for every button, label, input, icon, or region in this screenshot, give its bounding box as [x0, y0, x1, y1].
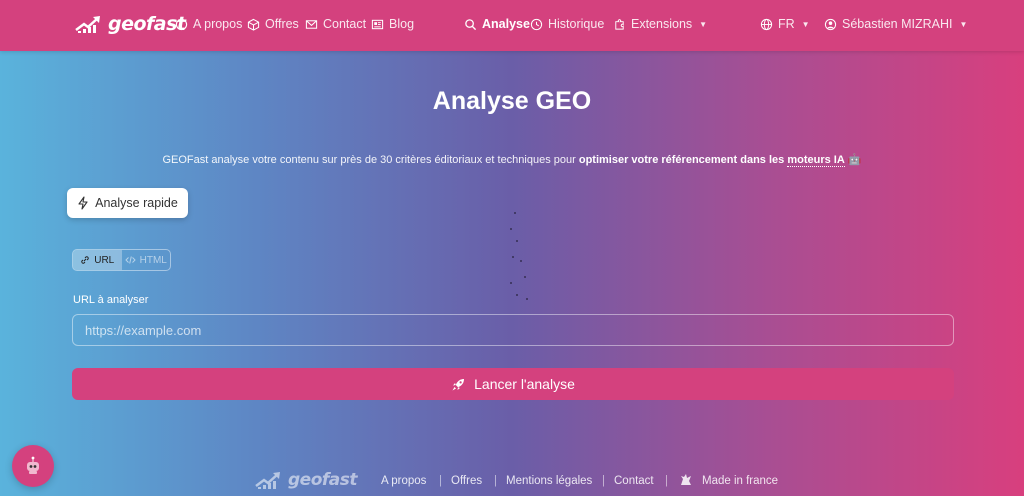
- loading-dots: [506, 212, 536, 307]
- code-icon: [124, 256, 136, 264]
- footer-made-in: Made in france: [702, 475, 779, 487]
- puzzle-icon: [615, 18, 624, 30]
- nav-link-label: Analyse: [482, 17, 530, 31]
- footer-link-a-propos[interactable]: A propos: [381, 475, 426, 487]
- subtitle-emphasis: optimiser votre référencement dans les: [578, 154, 788, 166]
- nav-link-offres[interactable]: Offres: [247, 17, 299, 31]
- nav-link-label: A propos: [193, 17, 243, 31]
- nav-link-a-propos[interactable]: A propos: [175, 17, 242, 31]
- url-field-label: URL à analyser: [73, 294, 149, 306]
- user-icon: [824, 18, 837, 30]
- footer-separator: |: [494, 475, 497, 487]
- page-subtitle: GEOFast analyse votre contenu sur près d…: [0, 153, 1024, 167]
- chevron-down-icon: ▼: [959, 19, 968, 29]
- launch-analysis-button[interactable]: Lancer l'analyse: [72, 368, 954, 400]
- language-selector[interactable]: FR ▼: [760, 17, 810, 31]
- clock-icon: [530, 18, 543, 30]
- info-icon: [175, 18, 188, 30]
- footer-link-offres[interactable]: Offres: [451, 475, 482, 487]
- nav-link-label: Extensions: [631, 17, 693, 31]
- robot-icon: [27, 456, 39, 474]
- footer-separator: |: [602, 475, 605, 487]
- toggle-url[interactable]: URL: [73, 250, 122, 270]
- footer-brand-logo[interactable]: geofast: [254, 470, 358, 490]
- quick-analysis-label: Analyse rapide: [95, 196, 178, 210]
- footer-separator: |: [665, 475, 668, 487]
- nav-link-blog[interactable]: Blog: [371, 17, 414, 31]
- language-label: FR: [778, 17, 795, 31]
- chevron-down-icon: ▼: [801, 19, 810, 29]
- top-navbar: geofast A propos Offres Contact Blog Ana…: [0, 0, 1024, 51]
- rocket-icon: [452, 378, 465, 390]
- page-title: Analyse GEO: [432, 87, 592, 115]
- brand-logo[interactable]: geofast: [74, 13, 186, 35]
- nav-link-historique[interactable]: Historique: [530, 17, 604, 31]
- lightning-icon: [78, 196, 88, 210]
- box-icon: [247, 18, 260, 31]
- nav-link-label: Historique: [548, 17, 605, 31]
- newspaper-icon: [371, 19, 384, 29]
- footer-link-mentions[interactable]: Mentions légales: [506, 475, 592, 487]
- footer-separator: |: [439, 475, 442, 487]
- subtitle-text: GEOFast analyse votre contenu sur près d…: [162, 154, 579, 166]
- brand-name: geofast: [108, 13, 186, 35]
- nav-link-contact[interactable]: Contact: [305, 17, 366, 31]
- toggle-url-label: URL: [94, 254, 115, 266]
- input-mode-toggle: URL HTML: [72, 249, 171, 271]
- geofast-logo-icon: [255, 472, 280, 489]
- launch-analysis-label: Lancer l'analyse: [474, 376, 575, 392]
- nav-link-label: Contact: [323, 17, 367, 31]
- url-input[interactable]: [72, 314, 954, 346]
- geofast-logo-icon: [75, 16, 100, 33]
- quick-analysis-button[interactable]: Analyse rapide: [67, 188, 188, 218]
- rooster-icon: [681, 474, 691, 485]
- footer-link-contact[interactable]: Contact: [614, 475, 654, 487]
- user-name: Sébastien MIZRAHI: [842, 17, 953, 31]
- toggle-html[interactable]: HTML: [122, 250, 171, 270]
- nav-link-label: Blog: [389, 17, 415, 31]
- footer-brand-name: geofast: [288, 470, 358, 490]
- mail-icon: [305, 19, 318, 29]
- globe-icon: [760, 18, 773, 30]
- robot-icon: 🤖: [847, 154, 862, 166]
- search-icon: [465, 18, 477, 30]
- link-icon: [81, 256, 89, 264]
- nav-link-extensions[interactable]: Extensions ▼: [613, 17, 707, 31]
- nav-link-analyse[interactable]: Analyse: [464, 17, 530, 31]
- subtitle-emphasis-link[interactable]: moteurs IA: [787, 154, 845, 167]
- chatbot-button[interactable]: [12, 445, 54, 487]
- chevron-down-icon: ▼: [699, 19, 708, 29]
- toggle-html-label: HTML: [139, 254, 167, 266]
- user-menu[interactable]: Sébastien MIZRAHI ▼: [824, 17, 967, 31]
- nav-link-label: Offres: [265, 17, 299, 31]
